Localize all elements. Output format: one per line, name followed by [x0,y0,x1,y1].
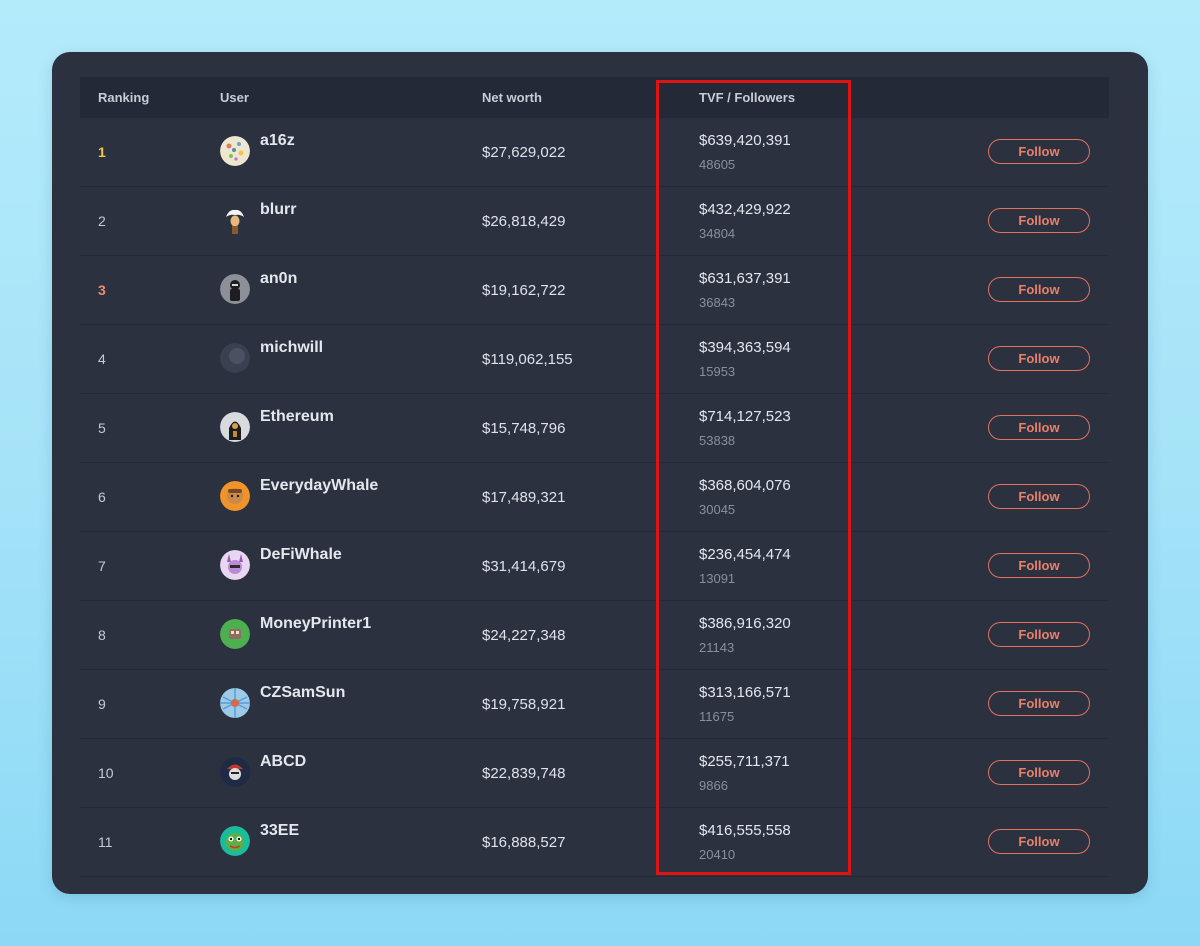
avatar-a16z[interactable] [220,136,250,166]
header-user[interactable]: User [220,77,249,118]
table-header: Ranking User Net worth TVF / Followers [80,77,1109,118]
table-row: 3 an0n $19,162,722 $631,637,391 36843 Fo… [80,256,1109,325]
rank: 5 [98,420,106,436]
username[interactable]: a16z [260,132,295,150]
avatar-ethereum[interactable] [220,412,250,442]
follow-button[interactable]: Follow [988,691,1090,716]
rank: 1 [98,144,106,160]
table-row: 7 DeFiWhale $31,414,679 $236,454,474 130… [80,532,1109,601]
net-worth: $17,489,321 [482,489,566,506]
net-worth: $15,748,796 [482,420,566,437]
follow-button[interactable]: Follow [988,139,1090,164]
avatar-michwill[interactable] [220,343,250,373]
tvf-value: $394,363,594 [699,339,791,356]
header-ranking[interactable]: Ranking [98,77,149,118]
header-net-worth[interactable]: Net worth [482,77,542,118]
username[interactable]: EverydayWhale [260,477,378,495]
followers-count: 48605 [699,157,736,172]
username[interactable]: CZSamSun [260,684,345,702]
rank: 10 [98,765,114,781]
tvf-value: $416,555,558 [699,822,791,839]
table-row: 9 CZSamSun $19,758,921 $313,166,571 1167… [80,670,1109,739]
followers-count: 13091 [699,571,736,586]
tvf-value: $631,637,391 [699,270,791,287]
avatar-33ee[interactable] [220,826,250,856]
followers-count: 15953 [699,364,736,379]
table-row: 4 michwill $119,062,155 $394,363,594 159… [80,325,1109,394]
net-worth: $19,162,722 [482,282,566,299]
avatar-czsamsun[interactable] [220,688,250,718]
username[interactable]: MoneyPrinter1 [260,615,371,633]
followers-count: 30045 [699,502,736,517]
tvf-value: $386,916,320 [699,615,791,632]
rank: 4 [98,351,106,367]
username[interactable]: an0n [260,270,297,288]
net-worth: $26,818,429 [482,213,566,230]
followers-count: 9866 [699,778,728,793]
follow-button[interactable]: Follow [988,208,1090,233]
rank: 8 [98,627,106,643]
rank: 2 [98,213,106,229]
follow-button[interactable]: Follow [988,346,1090,371]
table-row: 10 ABCD $22,839,748 $255,711,371 9866 Fo… [80,739,1109,808]
username[interactable]: michwill [260,339,323,357]
tvf-value: $432,429,922 [699,201,791,218]
rank: 11 [98,834,113,850]
followers-count: 11675 [699,709,735,724]
rank: 3 [98,282,106,298]
net-worth: $16,888,527 [482,834,566,851]
tvf-value: $639,420,391 [699,132,791,149]
followers-count: 21143 [699,640,735,655]
table-row: 6 EverydayWhale $17,489,321 $368,604,076… [80,463,1109,532]
follow-button[interactable]: Follow [988,622,1090,647]
username[interactable]: ABCD [260,753,306,771]
table-row: 8 MoneyPrinter1 $24,227,348 $386,916,320… [80,601,1109,670]
table-row: 11 33EE $16,888,527 $416,555,558 20410 F… [80,808,1109,877]
net-worth: $19,758,921 [482,696,566,713]
table-row: 1 a16z $27,629,022 $639,420,391 48605 Fo… [80,118,1109,187]
tvf-value: $368,604,076 [699,477,791,494]
avatar-moneyprinter1[interactable] [220,619,250,649]
followers-count: 20410 [699,847,736,862]
follow-button[interactable]: Follow [988,277,1090,302]
tvf-value: $714,127,523 [699,408,791,425]
avatar-defiwhale[interactable] [220,550,250,580]
avatar-an0n[interactable] [220,274,250,304]
username[interactable]: 33EE [260,822,299,840]
follow-button[interactable]: Follow [988,484,1090,509]
followers-count: 36843 [699,295,736,310]
rank: 7 [98,558,106,574]
tvf-value: $255,711,371 [699,753,790,770]
follow-button[interactable]: Follow [988,415,1090,440]
username[interactable]: DeFiWhale [260,546,342,564]
followers-count: 53838 [699,433,736,448]
username[interactable]: Ethereum [260,408,334,426]
avatar-blurr[interactable] [220,205,250,235]
follow-button[interactable]: Follow [988,829,1090,854]
avatar-everydaywhale[interactable] [220,481,250,511]
rank: 9 [98,696,106,712]
table-row: 2 blurr $26,818,429 $432,429,922 34804 F… [80,187,1109,256]
tvf-value: $313,166,571 [699,684,791,701]
net-worth: $22,839,748 [482,765,566,782]
table-row: 5 Ethereum $15,748,796 $714,127,523 5383… [80,394,1109,463]
username[interactable]: blurr [260,201,296,219]
rank: 6 [98,489,106,505]
follow-button[interactable]: Follow [988,553,1090,578]
net-worth: $24,227,348 [482,627,566,644]
tvf-value: $236,454,474 [699,546,791,563]
followers-count: 34804 [699,226,736,241]
header-tvf-followers[interactable]: TVF / Followers [699,77,795,118]
net-worth: $27,629,022 [482,144,566,161]
avatar-abcd[interactable] [220,757,250,787]
leaderboard-card: Ranking User Net worth TVF / Followers 1… [52,52,1148,894]
net-worth: $119,062,155 [482,351,573,368]
net-worth: $31,414,679 [482,558,566,575]
leaderboard-table: Ranking User Net worth TVF / Followers 1… [80,77,1109,877]
follow-button[interactable]: Follow [988,760,1090,785]
